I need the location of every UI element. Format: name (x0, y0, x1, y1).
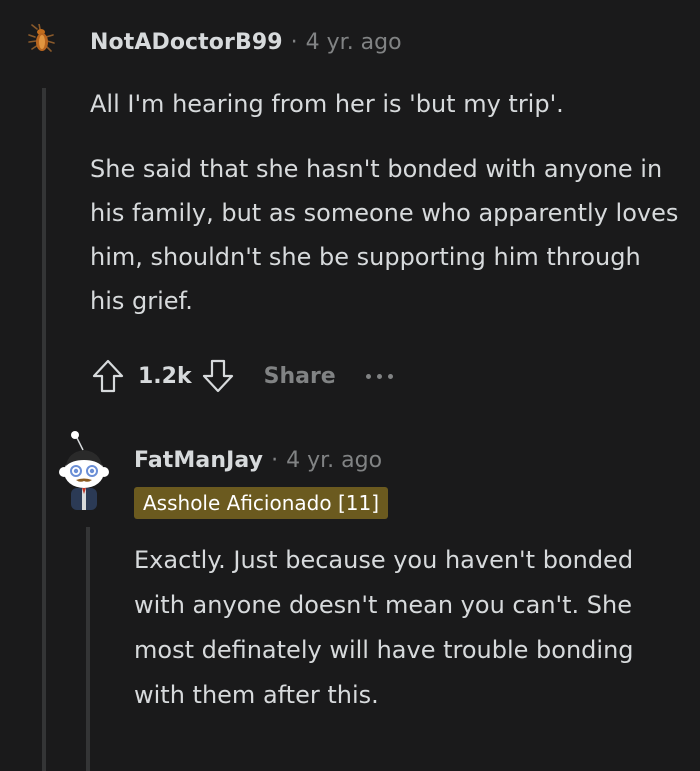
reply-author[interactable]: FatManJay (134, 448, 263, 473)
more-options-icon[interactable] (365, 366, 393, 386)
comment-action-bar: 1.2k Share (88, 355, 393, 397)
user-flair: Asshole Aficionado [11] (134, 487, 388, 519)
more-dot (387, 373, 393, 379)
reply-paragraph: Exactly. Just because you haven't bonded… (134, 546, 634, 709)
more-dot (365, 373, 371, 379)
comment-body: All I'm hearing from her is 'but my trip… (90, 82, 680, 344)
comment-meta: NotADoctorB99 · 4 yr. ago (90, 27, 402, 57)
reply-meta: FatManJay · 4 yr. ago (134, 445, 382, 475)
comment-paragraph: She said that she hasn't bonded with any… (90, 155, 679, 315)
more-dot (376, 373, 382, 379)
cockroach-icon[interactable] (26, 23, 58, 56)
meta-separator: · (271, 447, 279, 473)
reply-timestamp[interactable]: 4 yr. ago (286, 448, 382, 473)
share-button[interactable]: Share (264, 364, 336, 389)
upvote-arrow-icon[interactable] (88, 356, 128, 396)
vote-count: 1.2k (138, 363, 192, 389)
meta-separator: · (290, 29, 298, 55)
comment-author[interactable]: NotADoctorB99 (90, 30, 283, 55)
comment-paragraph: All I'm hearing from her is 'but my trip… (90, 90, 564, 118)
downvote-arrow-icon[interactable] (198, 356, 238, 396)
comment-timestamp[interactable]: 4 yr. ago (306, 30, 402, 55)
comment-thread: NotADoctorB99 · 4 yr. ago All I'm hearin… (0, 0, 700, 771)
snoo-avatar-icon[interactable] (56, 428, 112, 514)
reply-collapse-line[interactable] (86, 527, 90, 771)
reply-body: Exactly. Just because you haven't bonded… (134, 538, 679, 718)
thread-collapse-line[interactable] (42, 88, 46, 771)
